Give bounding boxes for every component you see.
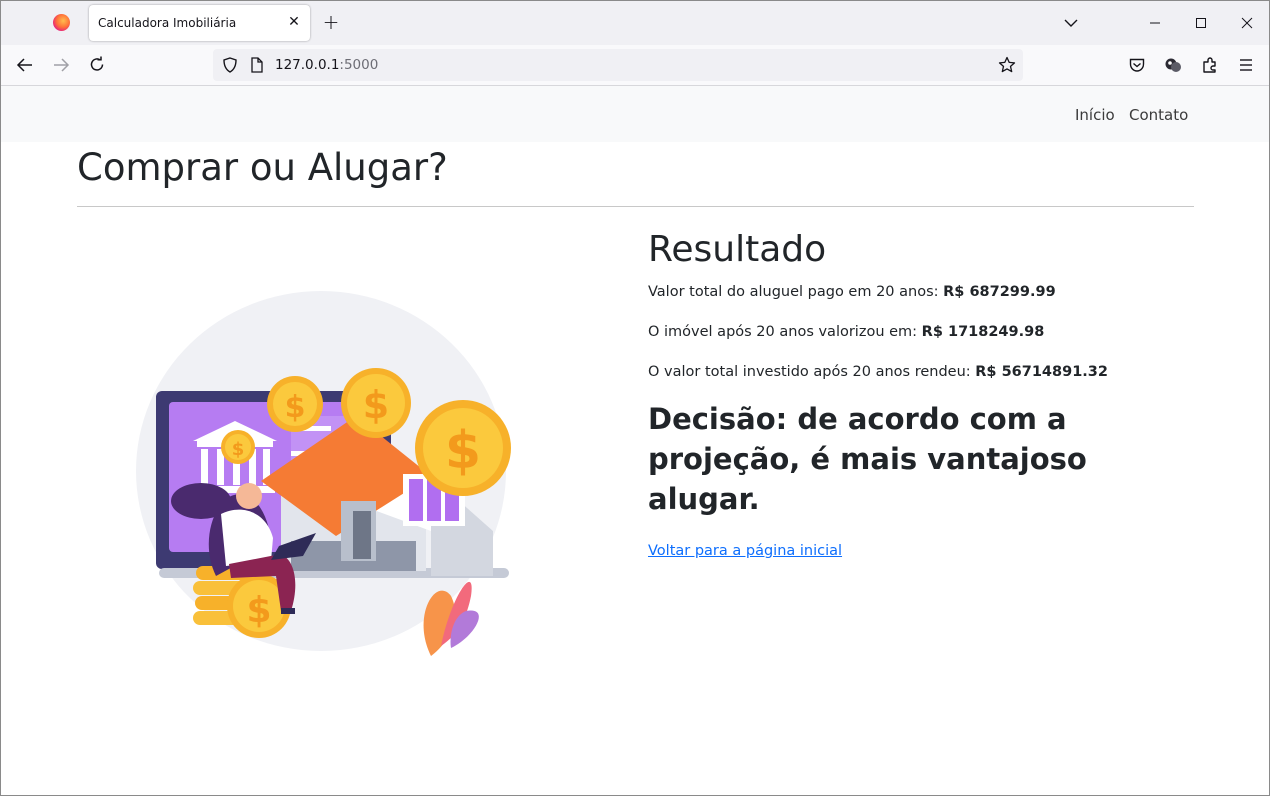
tab-close-icon[interactable]: ✕ bbox=[286, 14, 302, 30]
rent-total-label: Valor total do aluguel pago em 20 anos: bbox=[648, 284, 939, 300]
navigation-toolbar: 127.0.0.1:5000 bbox=[1, 45, 1269, 86]
page-info-icon[interactable] bbox=[249, 56, 265, 74]
coin-icon: $ bbox=[415, 400, 511, 496]
tab-strip: Calculadora Imobiliária ✕ + bbox=[1, 1, 1269, 45]
reload-icon[interactable] bbox=[87, 55, 107, 75]
tracking-protection-shield-icon[interactable] bbox=[221, 56, 239, 74]
back-arrow-icon[interactable] bbox=[15, 55, 35, 75]
rent-total-line: Valor total do aluguel pago em 20 anos: … bbox=[648, 283, 1208, 301]
coin-icon: $ bbox=[341, 368, 411, 438]
investment-return-line: O valor total investido após 20 anos ren… bbox=[648, 363, 1208, 381]
url-host: 127.0.0.1 bbox=[275, 57, 340, 73]
svg-text:$: $ bbox=[285, 390, 306, 425]
svg-text:$: $ bbox=[246, 590, 271, 631]
tab-title: Calculadora Imobiliária bbox=[98, 16, 237, 30]
nav-link-contato[interactable]: Contato bbox=[1129, 106, 1188, 124]
decision-text: Decisão: de acordo com a projeção, é mai… bbox=[648, 402, 1087, 516]
page-title: Comprar ou Alugar? bbox=[77, 146, 448, 189]
extensions-puzzle-icon[interactable] bbox=[1200, 55, 1220, 75]
svg-text:$: $ bbox=[232, 439, 245, 460]
account-icon[interactable] bbox=[1163, 55, 1183, 75]
list-all-tabs-icon[interactable] bbox=[1063, 15, 1079, 31]
back-to-home-link[interactable]: Voltar para a página inicial bbox=[648, 543, 842, 559]
coin-icon: $ bbox=[221, 430, 255, 464]
investment-return-value: R$ 56714891.32 bbox=[975, 364, 1108, 380]
web-page: Início Contato Comprar ou Alugar? $ $ $ … bbox=[1, 86, 1269, 795]
rent-total-value: R$ 687299.99 bbox=[943, 284, 1056, 300]
tab-calculadora[interactable]: Calculadora Imobiliária ✕ bbox=[89, 5, 310, 41]
firefox-view-icon[interactable] bbox=[53, 14, 70, 31]
url-port: :5000 bbox=[339, 57, 379, 73]
address-bar[interactable]: 127.0.0.1:5000 bbox=[213, 49, 1023, 81]
browser-window: Calculadora Imobiliária ✕ + 127.0.0.1:50… bbox=[0, 0, 1270, 796]
property-appreciation-label: O imóvel após 20 anos valorizou em: bbox=[648, 324, 918, 340]
new-tab-icon[interactable]: + bbox=[321, 12, 341, 33]
url-text[interactable]: 127.0.0.1:5000 bbox=[275, 57, 378, 73]
property-appreciation-value: R$ 1718249.98 bbox=[921, 324, 1045, 340]
property-appreciation-line: O imóvel após 20 anos valorizou em: R$ 1… bbox=[648, 323, 1208, 341]
close-window-icon[interactable] bbox=[1237, 13, 1257, 33]
house-coins-illustration: $ $ $ $ $ bbox=[136, 291, 511, 656]
investment-return-label: O valor total investido após 20 anos ren… bbox=[648, 364, 971, 380]
hamburger-menu-icon[interactable] bbox=[1236, 55, 1256, 75]
coin-icon: $ bbox=[267, 376, 323, 432]
title-divider bbox=[77, 206, 1194, 207]
svg-text:$: $ bbox=[363, 383, 389, 427]
forward-arrow-icon[interactable] bbox=[51, 55, 71, 75]
result-panel: Resultado Valor total do aluguel pago em… bbox=[648, 228, 1208, 559]
maximize-icon[interactable] bbox=[1191, 13, 1211, 33]
nav-link-inicio[interactable]: Início bbox=[1075, 106, 1115, 124]
bookmark-star-icon[interactable] bbox=[997, 55, 1017, 75]
site-navbar: Início Contato bbox=[1, 86, 1269, 142]
svg-text:$: $ bbox=[445, 421, 481, 481]
minimize-icon[interactable] bbox=[1145, 13, 1165, 33]
pocket-icon[interactable] bbox=[1127, 55, 1147, 75]
result-heading: Resultado bbox=[648, 229, 827, 270]
